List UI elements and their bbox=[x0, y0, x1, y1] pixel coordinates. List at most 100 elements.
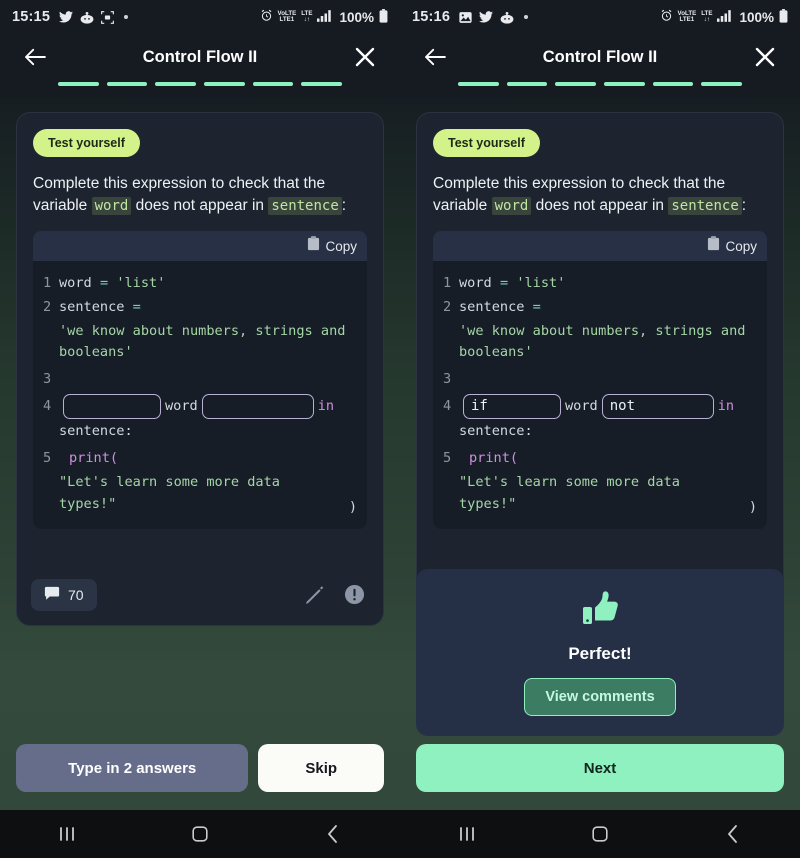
code-token-string: "Let's learn some more data types!" bbox=[59, 474, 289, 512]
view-comments-button[interactable]: View comments bbox=[524, 678, 676, 716]
clipboard-icon[interactable] bbox=[307, 236, 320, 256]
arrow-left-icon[interactable] bbox=[20, 42, 50, 72]
home-icon[interactable] bbox=[133, 826, 266, 842]
battery-icon bbox=[379, 8, 388, 26]
line-number: 4 bbox=[443, 398, 452, 415]
progress-segment bbox=[652, 82, 694, 86]
code-token-keyword: in bbox=[317, 398, 335, 415]
lte-icon: LTE ↓↑ bbox=[301, 10, 312, 24]
home-icon[interactable] bbox=[533, 826, 666, 842]
page-title: Control Flow II bbox=[142, 47, 258, 66]
code-toolbar: Copy bbox=[33, 231, 367, 261]
android-nav-bar bbox=[0, 810, 400, 858]
code-line-5-continuation: "Let's learn some more data types!" ) bbox=[43, 472, 357, 514]
recents-icon[interactable] bbox=[400, 826, 533, 842]
status-badge: Test yourself bbox=[433, 129, 540, 157]
progress-segment bbox=[301, 82, 343, 86]
recents-icon[interactable] bbox=[0, 826, 133, 842]
alarm-icon bbox=[660, 9, 673, 25]
code-line-4: 4 word in bbox=[43, 394, 357, 420]
code-line-1: 1 word = 'list' bbox=[443, 273, 757, 294]
code-token-operator: = bbox=[99, 275, 109, 291]
battery-percent: 100% bbox=[739, 9, 774, 25]
close-icon[interactable] bbox=[750, 42, 780, 72]
code-line-text: sentence = bbox=[59, 297, 357, 318]
status-badge: Test yourself bbox=[33, 129, 140, 157]
lte-arrows: ↓↑ bbox=[303, 16, 310, 23]
code-line-text: sentence = bbox=[459, 297, 757, 318]
line-number: 5 bbox=[43, 450, 52, 467]
action-bar: Next bbox=[400, 744, 800, 810]
code-line-text: word = 'list' bbox=[59, 273, 357, 294]
line-number: 2 bbox=[43, 299, 52, 316]
report-icon[interactable] bbox=[339, 580, 369, 610]
answer-input-2[interactable] bbox=[201, 394, 314, 420]
battery-percent: 100% bbox=[339, 9, 374, 25]
skip-button[interactable]: Skip bbox=[258, 744, 384, 792]
exercise-card: Test yourself Complete this expression t… bbox=[416, 112, 784, 626]
code-token-string: 'list' bbox=[516, 275, 566, 291]
progress-segment bbox=[204, 82, 245, 86]
arrow-left-icon[interactable] bbox=[420, 42, 450, 72]
code-line-4-continuation: sentence: bbox=[459, 423, 533, 440]
code-line-3: 3 bbox=[443, 369, 757, 390]
back-icon[interactable] bbox=[267, 825, 400, 843]
code-token-function: print( bbox=[469, 450, 519, 467]
code-token-operator: = bbox=[532, 299, 541, 316]
twitter-icon bbox=[479, 11, 494, 23]
code-line-2: 2 sentence = bbox=[43, 297, 357, 318]
lte-arrows: ↓↑ bbox=[703, 16, 710, 23]
copy-button[interactable]: Copy bbox=[325, 239, 357, 254]
code-token-operator: = bbox=[132, 299, 141, 316]
status-bar: 15:15 VoLTE LTE1 LTE ↓↑ 100% bbox=[0, 0, 400, 34]
code-token-string: 'list' bbox=[116, 275, 166, 291]
exercise-card: Test yourself Complete this expression t… bbox=[16, 112, 384, 626]
volte-sublabel: LTE1 bbox=[279, 16, 295, 23]
clipboard-icon[interactable] bbox=[707, 236, 720, 256]
comments-button[interactable]: 70 bbox=[31, 578, 97, 611]
code-token-function: print( bbox=[69, 450, 119, 467]
line-number: 1 bbox=[443, 275, 452, 291]
copy-button[interactable]: Copy bbox=[725, 239, 757, 254]
progress-segment bbox=[106, 82, 148, 86]
code-line-text: word = 'list' bbox=[459, 273, 757, 294]
app-header: Control Flow II bbox=[400, 34, 800, 98]
inline-code-sentence: sentence bbox=[268, 197, 342, 215]
code-line-3: 3 bbox=[43, 369, 357, 390]
code-line-2: 2 sentence = bbox=[443, 297, 757, 318]
reddit-icon bbox=[80, 11, 94, 24]
result-title: Perfect! bbox=[568, 644, 632, 663]
result-panel: Perfect! View comments bbox=[416, 569, 784, 736]
progress-segment bbox=[58, 82, 99, 86]
prompt-text-2: does not appear in bbox=[131, 197, 269, 214]
code-line-1: 1 word = 'list' bbox=[43, 273, 357, 294]
type-in-answers-button[interactable]: Type in 2 answers bbox=[16, 744, 249, 792]
screenshot-icon bbox=[101, 10, 115, 24]
volte-sublabel: LTE1 bbox=[679, 16, 695, 23]
status-bar: 15:16 VoLTE LTE1 LTE ↓↑ 100% bbox=[400, 0, 800, 34]
pencil-icon[interactable] bbox=[299, 580, 329, 610]
comment-count: 70 bbox=[68, 586, 84, 603]
close-icon[interactable] bbox=[350, 42, 380, 72]
answer-input-2[interactable]: not bbox=[601, 394, 714, 420]
code-token-variable: word bbox=[165, 398, 198, 415]
comment-icon bbox=[44, 586, 60, 604]
answer-input-1[interactable]: if bbox=[463, 394, 561, 420]
dot-icon bbox=[124, 15, 129, 19]
status-right-icons: VoLTE LTE1 LTE ↓↑ 100% bbox=[660, 8, 788, 26]
progress-segment bbox=[506, 82, 548, 86]
lesson-progress bbox=[0, 74, 400, 86]
line-number: 3 bbox=[443, 371, 452, 388]
answer-input-1[interactable] bbox=[63, 394, 161, 420]
code-line-5: 5 print( bbox=[43, 448, 357, 469]
line-number: 2 bbox=[443, 299, 452, 316]
reddit-icon bbox=[500, 11, 514, 24]
code-token-paren: ) bbox=[348, 498, 357, 515]
next-button[interactable]: Next bbox=[416, 744, 784, 792]
status-left-icons bbox=[459, 11, 529, 24]
code-line-2-continuation: 'we know about numbers, strings and bool… bbox=[59, 323, 354, 361]
action-bar: Type in 2 answers Skip bbox=[0, 744, 400, 810]
status-time: 15:16 bbox=[412, 9, 451, 25]
inline-code-word: word bbox=[491, 197, 532, 215]
back-icon[interactable] bbox=[667, 825, 800, 843]
